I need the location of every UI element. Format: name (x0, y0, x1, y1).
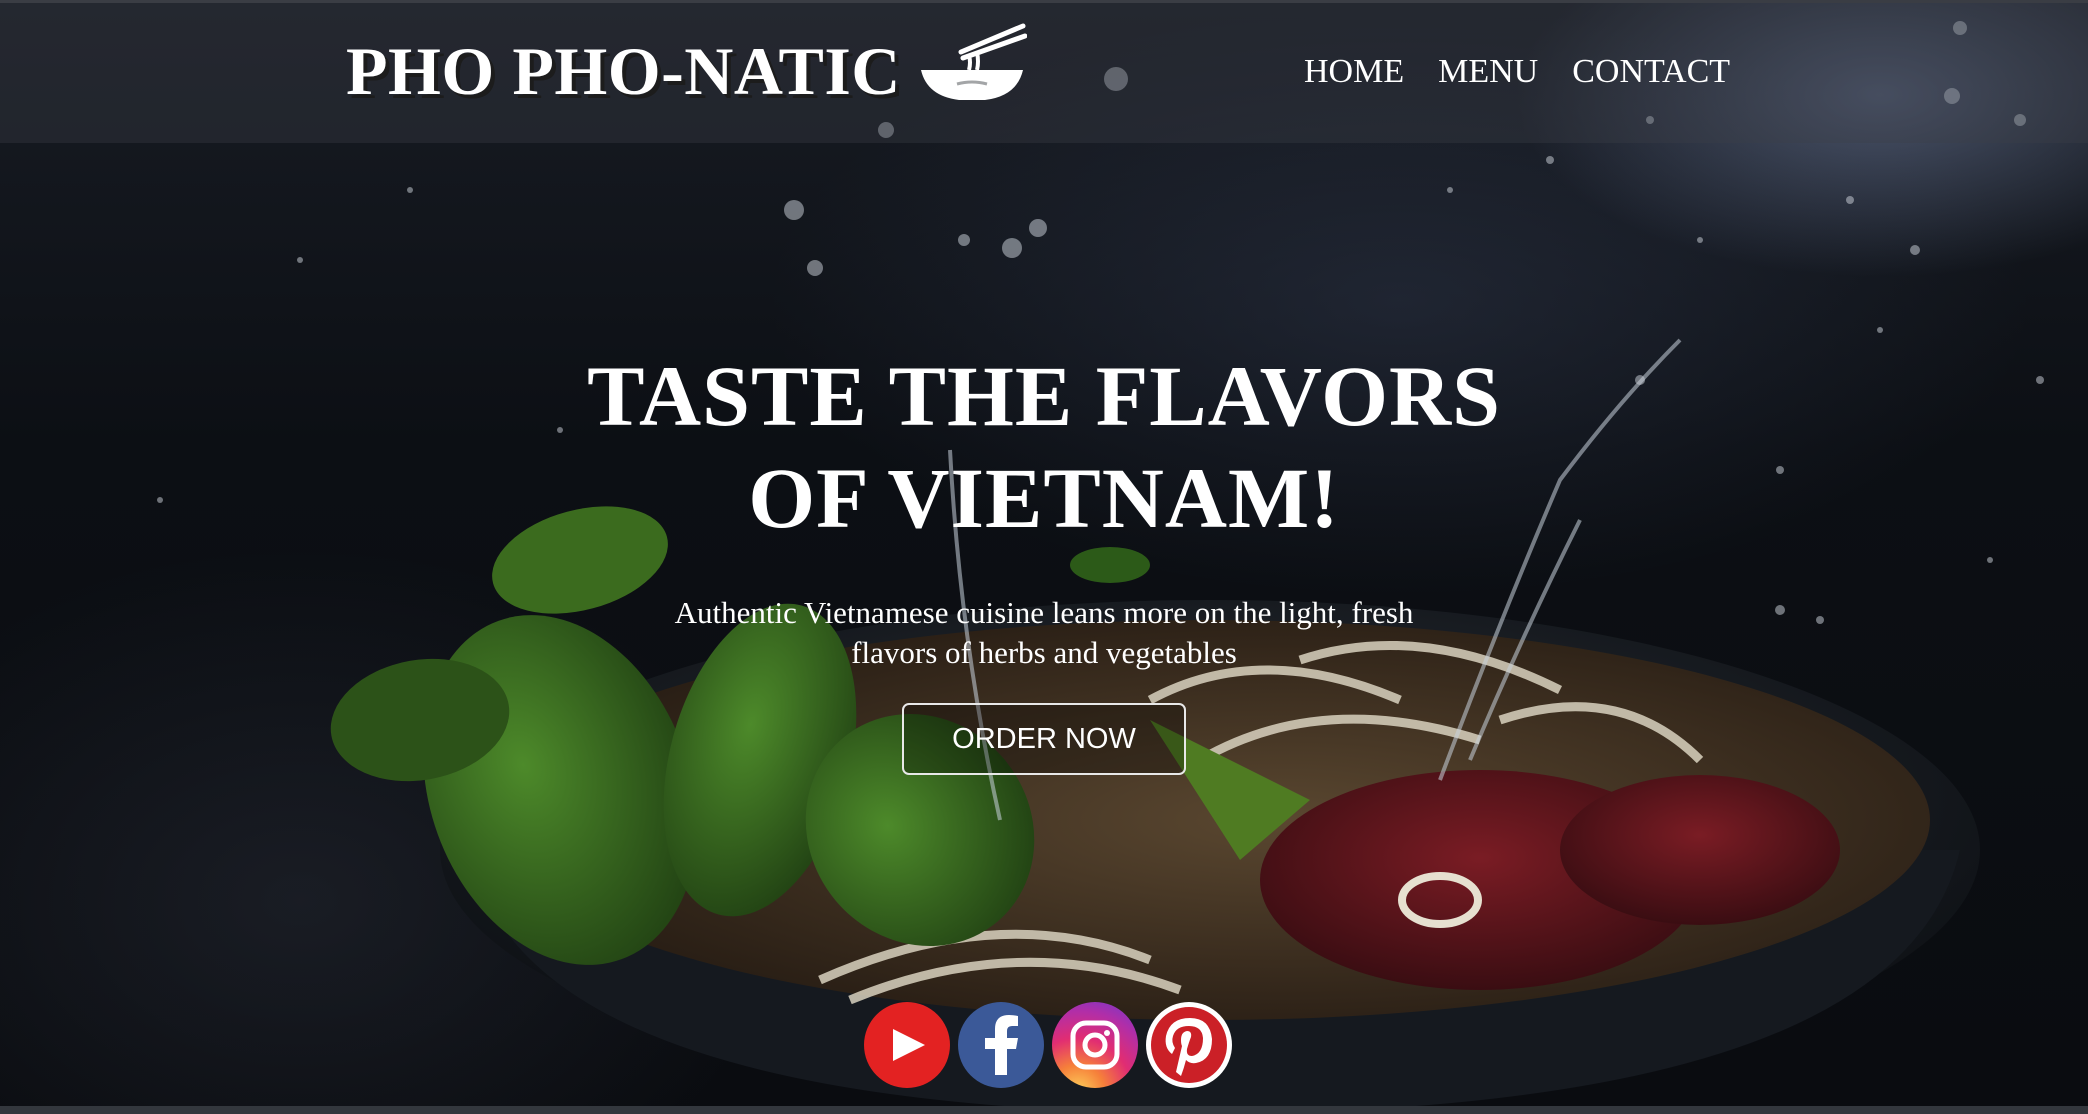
noodle-bowl-icon (917, 22, 1028, 107)
hero-title: TASTE THE FLAVORS OF VIETNAM! (0, 345, 2088, 549)
main-nav: HOME MENU CONTACT (1304, 53, 1730, 91)
pinterest-icon[interactable] (1146, 1002, 1232, 1088)
hero-subtitle: Authentic Vietnamese cuisine leans more … (594, 593, 1494, 673)
hero-section: TASTE THE FLAVORS OF VIETNAM! Authentic … (0, 345, 2088, 775)
facebook-icon[interactable] (958, 1002, 1044, 1088)
hero-subtitle-line-1: Authentic Vietnamese cuisine leans more … (674, 595, 1414, 630)
nav-home-link[interactable]: HOME (1304, 53, 1404, 91)
instagram-icon[interactable] (1052, 1002, 1138, 1088)
brand-logo[interactable]: PHO PHO-NATIC (346, 23, 1028, 111)
bottom-edge-bar (0, 1106, 2088, 1114)
hero-subtitle-line-2: flavors of herbs and vegetables (851, 635, 1237, 670)
order-now-button[interactable]: ORDER NOW (902, 703, 1186, 775)
hero-title-line-2: OF VIETNAM! (748, 450, 1340, 546)
nav-menu-link[interactable]: MENU (1438, 53, 1538, 91)
hero-title-line-1: TASTE THE FLAVORS (587, 348, 1501, 444)
youtube-icon[interactable] (864, 1002, 950, 1088)
site-header: PHO PHO-NATIC HOME MENU CONTACT (0, 0, 2088, 143)
nav-contact-link[interactable]: CONTACT (1572, 53, 1730, 91)
social-links (864, 1002, 1232, 1088)
brand-name: PHO PHO-NATIC (346, 32, 901, 109)
